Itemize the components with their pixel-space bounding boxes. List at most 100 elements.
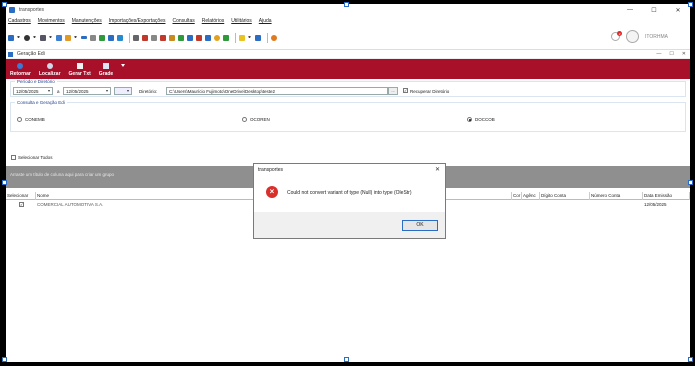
scale-icon[interactable] <box>108 34 114 41</box>
row-name: COMERCIAL AUTOMOTIVA S.A. <box>37 202 104 207</box>
radio-doccob-label: DOCCOB <box>475 117 495 122</box>
grade-dropdown-icon[interactable] <box>121 64 126 67</box>
date-to-field[interactable]: 12/05/2025 <box>63 87 111 95</box>
selection-handle[interactable] <box>2 2 7 7</box>
toolbar-separator <box>235 32 236 43</box>
selection-handle[interactable] <box>688 180 693 185</box>
grade-button[interactable]: Grade <box>99 63 113 79</box>
col-data-emissao[interactable]: Data Emissão <box>643 192 690 200</box>
menu-cadastros[interactable]: Cadastros <box>8 18 31 24</box>
child-minimize-button[interactable]: — <box>656 51 661 57</box>
date-from-field[interactable]: 12/05/2025 <box>13 87 53 95</box>
truck-icon[interactable] <box>8 34 14 41</box>
recover-directory-label: Recuperar Diretório <box>410 89 450 94</box>
menu-relatorios[interactable]: Relatórios <box>202 18 225 24</box>
money-icon[interactable] <box>178 34 184 41</box>
menu-movimentos[interactable]: Movimentos <box>38 18 65 24</box>
selection-handle[interactable] <box>688 2 693 7</box>
radio-ocoren[interactable] <box>242 117 247 122</box>
gerar-txt-button[interactable]: Gerar Txt <box>69 63 91 79</box>
list-icon[interactable] <box>187 34 193 41</box>
disc-icon[interactable] <box>24 34 30 41</box>
minimize-button[interactable]: — <box>618 4 642 16</box>
notes-icon[interactable] <box>151 34 157 41</box>
report-icon[interactable] <box>196 34 202 41</box>
file-icon <box>76 63 83 69</box>
folder-icon[interactable] <box>65 34 71 41</box>
wallet-icon[interactable] <box>117 34 123 41</box>
menu-importacoes[interactable]: Importações/Exportações <box>109 18 166 24</box>
bus-icon[interactable] <box>40 34 46 41</box>
row-date: 12/05/2025 <box>644 202 667 207</box>
menu-utilitarios[interactable]: Utilitários <box>231 18 252 24</box>
retornar-label: Retornar <box>10 71 31 77</box>
selection-handle[interactable] <box>2 180 7 185</box>
star-icon[interactable] <box>239 34 245 41</box>
avatar[interactable] <box>626 30 640 43</box>
calendar-icon[interactable] <box>90 34 96 41</box>
dropdown-caret-icon[interactable] <box>33 36 36 39</box>
screen-frame: transportes — ☐ ✕ Cadastros Movimentos M… <box>0 0 695 366</box>
help-icon[interactable] <box>271 34 277 41</box>
child-maximize-button[interactable]: ☐ <box>669 51 673 57</box>
notification-bell-icon[interactable]: 2 <box>611 31 623 41</box>
browse-button[interactable]: ... <box>388 87 398 95</box>
bar-icon[interactable] <box>81 36 87 39</box>
col-cor[interactable]: Cor <box>512 192 522 200</box>
coin-icon[interactable] <box>214 34 220 41</box>
localizar-button[interactable]: Localizar <box>39 63 61 79</box>
col-agencia[interactable]: Agênc <box>522 192 540 200</box>
ok-button[interactable]: OK <box>402 220 438 231</box>
maximize-button[interactable]: ☐ <box>642 4 666 16</box>
error-icon: × <box>266 186 278 198</box>
printer-icon[interactable] <box>133 34 139 41</box>
consulta-legend: Consulta e Geração Edi <box>15 100 67 105</box>
car-icon[interactable] <box>160 34 166 41</box>
dropdown-caret-icon[interactable] <box>17 36 20 39</box>
dialog-close-button[interactable]: ✕ <box>435 166 440 173</box>
dropdown-caret-icon[interactable] <box>49 36 52 39</box>
dropdown-caret-icon[interactable] <box>248 36 251 39</box>
col-numero-conta[interactable]: Número Conta <box>590 192 643 200</box>
chart-icon[interactable] <box>99 34 105 41</box>
selection-handle[interactable] <box>688 357 693 362</box>
toolbar-separator <box>267 32 268 43</box>
select-all-checkbox[interactable] <box>11 155 16 160</box>
col-selecionar[interactable]: Selecionar <box>6 192 36 200</box>
date-to-value: 12/05/2025 <box>66 89 89 94</box>
document-icon[interactable] <box>56 34 62 41</box>
radio-conemb[interactable] <box>17 117 22 122</box>
selection-handle[interactable] <box>2 357 7 362</box>
menu-consultas[interactable]: Consultas <box>172 18 194 24</box>
row-select-checkbox[interactable]: ✓ <box>19 202 24 207</box>
menu-manutencoes[interactable]: Manutenções <box>72 18 102 24</box>
selection-handle[interactable] <box>344 357 349 362</box>
directory-input[interactable]: C:\Users\Maurício Fujimoto\OneDrive\Desk… <box>166 87 388 95</box>
menu-ajuda[interactable]: Ajuda <box>259 18 272 24</box>
child-close-button[interactable]: ✕ <box>682 51 686 57</box>
close-button[interactable]: ✕ <box>666 4 690 16</box>
calendar-picker-button[interactable] <box>114 87 132 95</box>
toolbar-separator <box>129 32 130 43</box>
directory-value: C:\Users\Maurício Fujimoto\OneDrive\Desk… <box>169 89 276 94</box>
check-icon[interactable] <box>223 34 229 41</box>
window-title: transportes <box>19 7 45 13</box>
grid-icon <box>102 63 109 69</box>
calculator-icon[interactable] <box>255 34 261 41</box>
radio-doccob[interactable] <box>467 117 472 122</box>
col-digito-conta[interactable]: Dígito Conta <box>540 192 590 200</box>
box-icon[interactable] <box>169 34 175 41</box>
recover-directory-checkbox[interactable]: ✓ <box>403 88 408 93</box>
gerar-txt-label: Gerar Txt <box>68 71 91 77</box>
notification-badge: 2 <box>617 31 623 36</box>
window-controls: — ☐ ✕ <box>618 4 690 16</box>
localizar-label: Localizar <box>38 71 61 77</box>
retornar-button[interactable]: Retornar <box>10 63 31 79</box>
consulta-geracao-group: Consulta e Geração Edi CONEMB OCOREN DOC… <box>10 100 686 132</box>
dropdown-caret-icon[interactable] <box>74 36 77 39</box>
dialog-body: × Could not convert variant of type (Nul… <box>254 176 445 212</box>
alert-icon[interactable] <box>142 34 148 41</box>
error-dialog: transportes ✕ × Could not convert varian… <box>253 163 446 239</box>
selection-handle[interactable] <box>344 2 349 7</box>
network-icon[interactable] <box>205 34 211 41</box>
